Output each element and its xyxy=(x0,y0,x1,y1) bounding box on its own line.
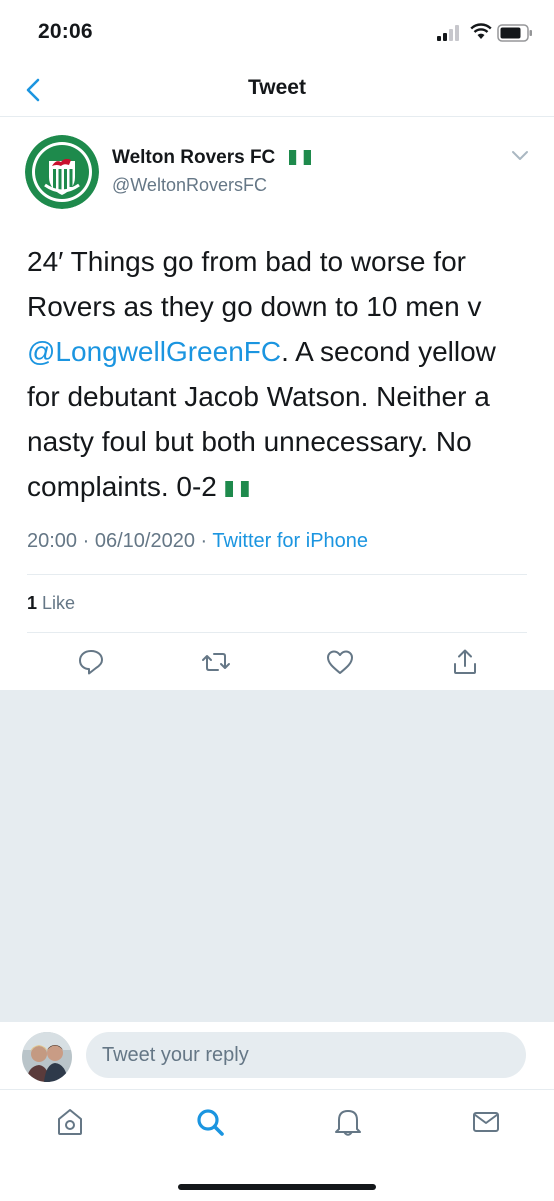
divider xyxy=(27,632,527,633)
tweet-time: 20:00 xyxy=(27,530,78,552)
user-avatar[interactable] xyxy=(22,1032,72,1082)
tweet-detail: Welton Rovers FC @WeltonRoversFC 24′ Thi… xyxy=(0,117,554,690)
replies-area xyxy=(0,690,554,1021)
navigation-bar: Tweet xyxy=(0,66,554,117)
battery-icon xyxy=(497,24,532,42)
mention-link[interactable]: @LongwellGreenFC xyxy=(27,336,281,367)
retweet-icon[interactable] xyxy=(201,647,231,677)
like-icon[interactable] xyxy=(325,647,355,677)
home-indicator xyxy=(178,1184,376,1190)
reply-input[interactable]: Tweet your reply xyxy=(86,1032,526,1078)
tweet-timestamp: 20:00 · 06/10/2020 · Twitter for iPhone xyxy=(27,530,368,553)
tweet-text: 24′ Things go from bad to worse for Rove… xyxy=(27,239,527,509)
author-avatar[interactable] xyxy=(25,135,99,209)
share-icon[interactable] xyxy=(450,647,480,677)
status-bar: 20:06 xyxy=(0,0,554,66)
likes-count[interactable]: 1 Like xyxy=(27,593,75,614)
meta-separator: · xyxy=(200,530,208,552)
notifications-icon[interactable] xyxy=(333,1106,363,1138)
nigeria-flag-icon xyxy=(224,481,249,497)
reply-icon[interactable] xyxy=(76,647,106,677)
reply-bar: Tweet your reply xyxy=(0,1021,554,1090)
divider xyxy=(27,574,527,575)
tweet-date: 06/10/2020 xyxy=(94,530,195,552)
tab-bar xyxy=(0,1089,554,1201)
tweet-text-part1: 24′ Things go from bad to worse for Rove… xyxy=(27,246,482,322)
nigeria-flag-icon xyxy=(288,150,311,165)
author-name[interactable]: Welton Rovers FC xyxy=(112,147,311,169)
home-icon[interactable] xyxy=(55,1106,85,1138)
tweet-source-link[interactable]: Twitter for iPhone xyxy=(212,530,368,552)
tweet-actions xyxy=(0,647,554,687)
like-count: 1 xyxy=(27,593,38,613)
author-name-text: Welton Rovers FC xyxy=(112,147,276,168)
meta-separator: · xyxy=(82,530,90,552)
user-photo xyxy=(22,1032,72,1082)
wifi-icon xyxy=(470,23,492,39)
search-icon[interactable] xyxy=(195,1106,225,1138)
messages-icon[interactable] xyxy=(471,1106,501,1138)
cellular-signal-icon xyxy=(437,25,459,41)
like-label: Like xyxy=(42,593,76,613)
status-time: 20:06 xyxy=(38,20,93,43)
page-title: Tweet xyxy=(248,76,306,99)
chevron-down-icon[interactable] xyxy=(510,149,530,163)
club-crest-logo xyxy=(25,135,99,209)
author-handle[interactable]: @WeltonRoversFC xyxy=(112,175,267,196)
